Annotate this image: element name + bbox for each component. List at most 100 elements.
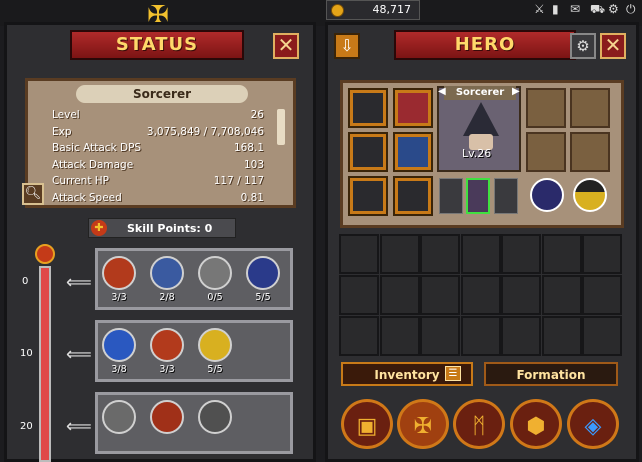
hero-hat [463, 102, 499, 136]
hero-title: HERO [394, 30, 576, 60]
settings-icon[interactable]: ⚙ [608, 2, 619, 16]
gloves-slot[interactable] [348, 176, 388, 216]
skill-level-label: 2/8 [159, 292, 175, 303]
stat-value: 117 / 117 [213, 175, 264, 187]
inventory-slot[interactable] [339, 316, 379, 356]
inventory-slot[interactable] [582, 275, 622, 315]
hero-back-button[interactable]: ⇩ [334, 33, 360, 59]
party-member-1[interactable] [439, 178, 463, 214]
skill-icon[interactable] [246, 256, 280, 290]
row-arrow: ⟸ [66, 344, 92, 365]
blue-crystal-icon[interactable] [530, 178, 564, 212]
accessory-slot-2[interactable] [570, 88, 610, 128]
inventory-slot[interactable] [541, 316, 582, 356]
inventory-slot[interactable] [460, 275, 501, 315]
skill-icon[interactable] [102, 256, 136, 290]
gauge-emblem [35, 244, 55, 264]
status-close-button[interactable]: ✕ [273, 33, 299, 59]
chest-button[interactable]: ▣ [341, 399, 393, 449]
inventory-slot[interactable] [541, 234, 582, 274]
skill-icon[interactable] [198, 256, 232, 290]
stats-icon[interactable]: ▮ [552, 2, 559, 16]
stat-value: 103 [243, 158, 264, 171]
gem-slot[interactable] [393, 88, 433, 128]
inventory-slot[interactable] [582, 316, 622, 356]
skill-icon[interactable] [150, 256, 184, 290]
level-10-label: 10 [20, 348, 33, 359]
stat-row: Level 26 [52, 109, 264, 125]
next-hero-icon[interactable]: ▶ [512, 86, 520, 97]
inventory-slot[interactable] [339, 275, 379, 315]
portal-button[interactable]: ◈ [567, 399, 619, 449]
inventory-slot[interactable] [420, 316, 460, 356]
inventory-slot[interactable] [379, 316, 420, 356]
inventory-slot[interactable] [501, 234, 541, 274]
row-arrow: ⟸ [66, 416, 92, 437]
level-20-label: 20 [20, 421, 33, 432]
list-icon[interactable]: ☰ [445, 366, 461, 381]
hero-settings-button[interactable]: ⚙ [570, 33, 596, 59]
skill-icon[interactable] [198, 328, 232, 362]
skill-level-label: 5/5 [255, 292, 271, 303]
stat-row: Exp 3,075,849 / 7,708,046 [52, 126, 264, 142]
box-button[interactable]: ⬢ [510, 399, 562, 449]
inventory-slot[interactable] [379, 234, 420, 274]
stat-label: Exp [52, 125, 72, 138]
stat-label: Current HP [52, 175, 110, 187]
shop-icon[interactable]: ⛟ [590, 2, 605, 18]
stats-scrollbar[interactable] [277, 109, 285, 145]
ring-slot-1[interactable] [526, 132, 566, 172]
skill-icon[interactable] [150, 400, 184, 434]
hero-close-button[interactable]: ✕ [600, 33, 626, 59]
skill-level-label: 0/5 [207, 292, 223, 303]
inventory-slot[interactable] [460, 316, 501, 356]
tab-formation[interactable]: Formation [484, 362, 618, 386]
portal-icon: ◈ [584, 414, 602, 439]
power-icon[interactable]: ⏻ [626, 2, 636, 17]
armor-slot[interactable] [393, 132, 433, 172]
accessory-slot-1[interactable] [526, 88, 566, 128]
gauge-bar [39, 266, 51, 462]
skill-level-label: 5/5 [207, 364, 223, 375]
staff-slot[interactable] [348, 88, 388, 128]
inventory-slot[interactable] [501, 316, 541, 356]
search-button[interactable]: 🔍︎ [22, 183, 44, 205]
skill-points-label: Skill Points: 0 [127, 222, 213, 235]
skill-icon[interactable] [102, 400, 136, 434]
hero-level: Lv.26 [462, 147, 492, 160]
coin-icon [331, 4, 344, 17]
mail-icon[interactable]: ✉ [570, 2, 580, 16]
helmet-slot[interactable] [348, 132, 388, 172]
inventory-slot[interactable] [339, 234, 379, 274]
inventory-slot[interactable] [420, 275, 460, 315]
inventory-slot[interactable] [420, 234, 460, 274]
status-title: STATUS [70, 30, 244, 60]
inventory-slot[interactable] [541, 275, 582, 315]
rune-icon: ᛗ [472, 414, 486, 439]
skill-point-icon: ✚ [91, 220, 107, 236]
inventory-slot[interactable] [501, 275, 541, 315]
inventory-slot[interactable] [460, 234, 501, 274]
skill-level-label: 3/3 [111, 292, 127, 303]
skill-level-label: 3/8 [111, 364, 127, 375]
rune-button[interactable]: ᛗ [453, 399, 505, 449]
inventory-slot[interactable] [582, 234, 622, 274]
skill-icon[interactable] [150, 328, 184, 362]
gold-counter: 48,717 [326, 0, 420, 20]
boots-slot[interactable] [393, 176, 433, 216]
ring-slot-2[interactable] [570, 132, 610, 172]
party-member-2[interactable] [466, 178, 490, 214]
hero-button[interactable]: ✠ [397, 399, 449, 449]
sword-icon[interactable]: ⚔ [534, 2, 545, 16]
skill-icon[interactable] [198, 400, 232, 434]
party-member-3[interactable] [494, 178, 518, 214]
stat-row: Basic Attack DPS 168.1 [52, 142, 264, 158]
box-icon: ⬢ [526, 414, 546, 439]
skill-icon[interactable] [102, 328, 136, 362]
level-gauge [35, 244, 55, 462]
stat-value: 3,075,849 / 7,708,046 [146, 125, 264, 138]
prev-hero-icon[interactable]: ◀ [438, 86, 446, 97]
inventory-slot[interactable] [379, 275, 420, 315]
gold-crystal-icon[interactable] [573, 178, 607, 212]
stat-value: 168.1 [233, 142, 264, 154]
